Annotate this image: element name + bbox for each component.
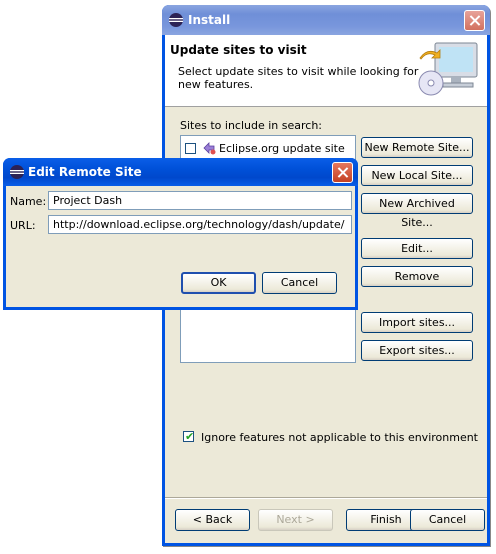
edit-dialog-title: Edit Remote Site <box>28 165 142 179</box>
import-sites-button[interactable]: Import sites... <box>361 312 473 333</box>
cancel-button[interactable]: Cancel <box>410 509 485 531</box>
new-remote-site-button[interactable]: New Remote Site... <box>361 137 473 158</box>
button-separator <box>165 497 487 499</box>
url-label: URL: <box>10 219 36 232</box>
eclipse-icon <box>169 13 183 27</box>
back-button[interactable]: < Back <box>175 509 250 531</box>
close-icon[interactable] <box>332 162 353 183</box>
sites-label: Sites to include in search: <box>180 119 323 132</box>
new-archived-site-button[interactable]: New Archived Site... <box>361 193 473 229</box>
site-label: Eclipse.org update site <box>219 142 345 155</box>
computer-cd-icon <box>418 42 478 96</box>
url-field[interactable]: http://download.eclipse.org/technology/d… <box>48 215 352 234</box>
page-title: Update sites to visit <box>170 43 307 57</box>
page-description: Select update sites to visit while looki… <box>178 65 419 91</box>
name-label: Name: <box>10 195 47 208</box>
new-local-site-button[interactable]: New Local Site... <box>361 165 473 186</box>
checkmark-icon: ✔ <box>185 430 195 443</box>
ignore-checkbox[interactable]: ✔ <box>183 430 195 443</box>
remove-button[interactable]: Remove <box>361 266 473 287</box>
name-field[interactable]: Project Dash <box>48 191 352 210</box>
update-site-icon <box>203 142 216 155</box>
ignore-label: Ignore features not applicable to this e… <box>201 431 478 444</box>
edit-remote-site-dialog: Edit Remote Site Name: Project Dash URL:… <box>3 158 358 310</box>
site-checkbox[interactable] <box>185 143 196 154</box>
eclipse-icon <box>10 165 24 179</box>
edit-titlebar[interactable]: Edit Remote Site <box>3 158 358 186</box>
edit-client: Name: Project Dash URL: http://download.… <box>6 186 355 307</box>
next-button[interactable]: Next > <box>258 509 333 531</box>
wizard-banner: Update sites to visit Select update site… <box>165 35 487 107</box>
install-title: Install <box>188 13 231 27</box>
dialog-cancel-button[interactable]: Cancel <box>262 272 337 294</box>
ok-button[interactable]: OK <box>181 272 256 294</box>
install-titlebar[interactable]: Install <box>162 5 490 35</box>
export-sites-button[interactable]: Export sites... <box>361 340 473 361</box>
edit-button[interactable]: Edit... <box>361 238 473 259</box>
close-icon[interactable] <box>464 10 485 31</box>
